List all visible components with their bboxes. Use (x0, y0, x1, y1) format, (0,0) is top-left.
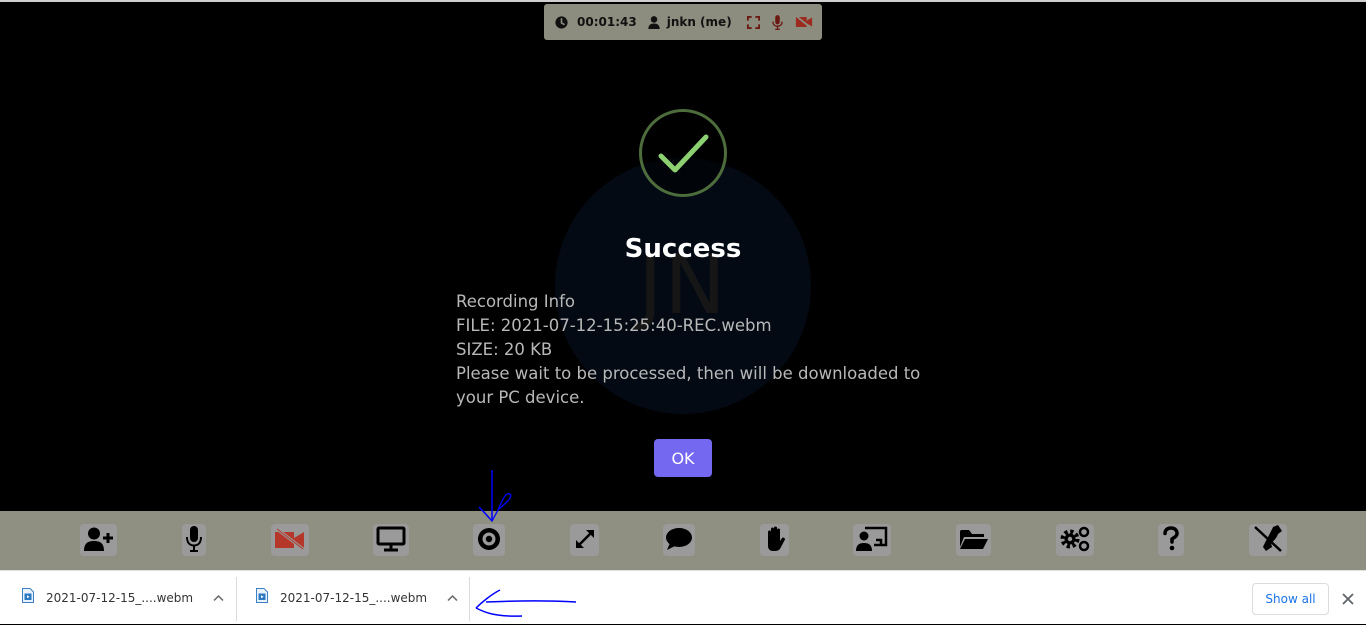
recording-info-heading: Recording Info (456, 292, 575, 311)
dialog-title: Success (624, 234, 742, 264)
dialog-message: Recording Info FILE: 2021-07-12-15:25:40… (456, 290, 926, 410)
downloads-divider (469, 577, 470, 621)
user-icon (648, 15, 660, 29)
whiteboard-button[interactable] (853, 524, 891, 556)
fullscreen-icon[interactable] (746, 15, 760, 29)
leave-call-button[interactable] (1249, 524, 1287, 556)
download-item[interactable]: 2021-07-12-15_....webm (22, 571, 224, 625)
settings-button[interactable] (1056, 524, 1094, 556)
webm-file-icon (256, 588, 268, 608)
cogs-icon (1059, 525, 1091, 556)
record-button[interactable] (473, 524, 505, 556)
video-toggle-button[interactable] (271, 524, 309, 556)
call-timer: 00:01:43 (577, 15, 637, 29)
help-button[interactable] (1158, 524, 1184, 556)
fullscreen-button[interactable] (570, 524, 599, 556)
ok-button[interactable]: OK (654, 439, 712, 477)
close-icon[interactable] (1338, 589, 1358, 609)
downloads-divider (236, 577, 237, 621)
show-all-button[interactable]: Show all (1252, 583, 1329, 615)
chevron-up-icon[interactable] (447, 594, 458, 602)
share-screen-button[interactable] (373, 524, 409, 556)
recording-processing-note: Please wait to be processed, then will b… (456, 364, 921, 407)
meeting-toolbar (0, 511, 1366, 570)
chat-bubble-icon (665, 527, 693, 554)
webm-file-icon (22, 588, 34, 608)
microphone-button[interactable] (182, 524, 206, 556)
participant-name: jnkn (me) (666, 15, 732, 29)
microphone-icon[interactable] (771, 14, 783, 30)
hand-icon (764, 526, 786, 555)
recording-file-size: SIZE: 20 KB (456, 340, 553, 359)
desktop-icon (376, 526, 406, 555)
download-filename: 2021-07-12-15_....webm (46, 591, 194, 605)
microphone-icon (186, 525, 202, 555)
download-item[interactable]: 2021-07-12-15_....webm (256, 571, 458, 625)
phone-hangup-icon (1253, 524, 1283, 556)
user-plus-icon (83, 527, 114, 554)
presentation-icon (856, 526, 888, 555)
folder-open-icon (959, 528, 989, 553)
file-sharing-button[interactable] (956, 524, 991, 556)
downloads-bar: 2021-07-12-15_....webm 2021-07-12-15_...… (0, 570, 1366, 624)
chat-button[interactable] (663, 524, 695, 556)
video-off-icon (274, 527, 306, 553)
record-icon (477, 527, 501, 554)
raise-hand-button[interactable] (760, 524, 789, 556)
recording-file-name: FILE: 2021-07-12-15:25:40-REC.webm (456, 316, 772, 335)
clock-icon (555, 15, 568, 29)
success-check-icon (639, 109, 727, 197)
chevron-up-icon[interactable] (213, 594, 224, 602)
question-icon (1162, 525, 1180, 555)
download-filename: 2021-07-12-15_....webm (280, 591, 428, 605)
expand-icon (573, 527, 597, 554)
call-status-bar: 00:01:43 jnkn (me) (544, 4, 822, 40)
video-off-icon[interactable] (794, 15, 813, 29)
add-participant-button[interactable] (80, 524, 117, 556)
